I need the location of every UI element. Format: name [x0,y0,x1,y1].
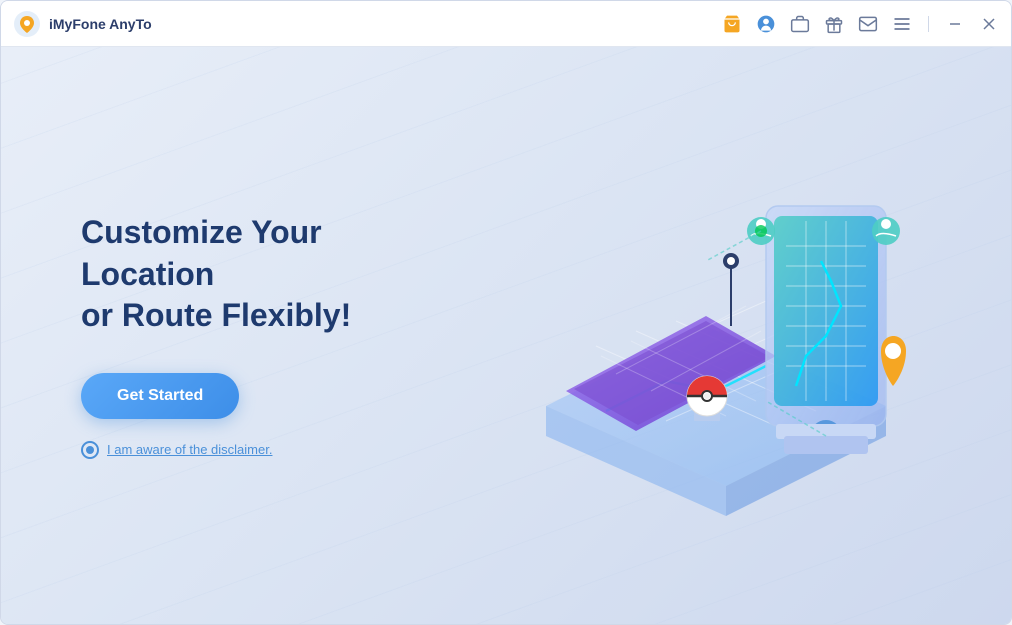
headline: Customize Your Location or Route Flexibl… [81,212,461,337]
left-panel: Customize Your Location or Route Flexibl… [81,212,461,459]
user-icon[interactable] [756,14,776,34]
illustration-panel [461,47,951,624]
disclaimer-row: I am aware of the disclaimer. [81,441,461,459]
headline-line2: or Route Flexibly! [81,297,351,333]
close-button[interactable] [979,14,999,34]
disclaimer-radio-inner [86,446,94,454]
disclaimer-radio[interactable] [81,441,99,459]
main-content: Customize Your Location or Route Flexibl… [1,47,1011,624]
scene-illustration [466,106,946,566]
headline-line1: Customize Your Location [81,214,322,292]
titlebar-separator [928,16,929,32]
menu-icon[interactable] [892,14,912,34]
app-logo [13,10,41,38]
minimize-button[interactable] [945,14,965,34]
get-started-button[interactable]: Get Started [81,373,239,419]
app-title: iMyFone AnyTo [49,16,722,32]
mail-icon[interactable] [858,14,878,34]
bag-icon[interactable] [790,14,810,34]
titlebar: iMyFone AnyTo [1,1,1011,47]
titlebar-actions [722,14,999,34]
iso-scene [466,106,946,566]
disclaimer-link[interactable]: I am aware of the disclaimer. [107,442,272,457]
cart-icon[interactable] [722,14,742,34]
gift-icon[interactable] [824,14,844,34]
app-window: iMyFone AnyTo [0,0,1012,625]
